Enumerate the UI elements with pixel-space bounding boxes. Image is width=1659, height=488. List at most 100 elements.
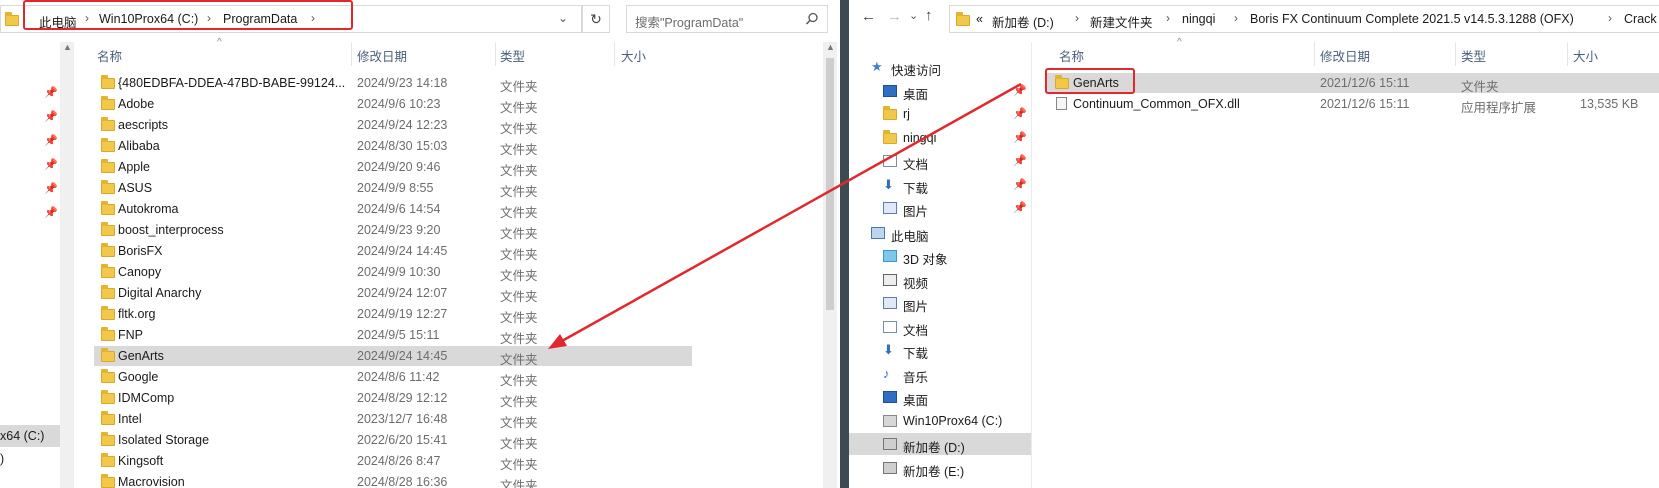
file-name: BorisFX [118,244,163,258]
chevron-down-icon[interactable]: ⌄ [558,11,568,25]
nav-item[interactable]: rj 📌 [849,103,1031,125]
forward-arrow-icon[interactable]: → [887,8,902,25]
column-header-date[interactable]: 修改日期 [1320,46,1370,65]
nav-item[interactable]: ⬇ 下载 [849,339,1031,361]
nav-scrollbar[interactable]: ▲ [60,42,74,488]
nav-item[interactable]: 新加卷 (D:) [849,433,1031,455]
column-header-type[interactable]: 类型 [500,46,525,65]
pin-icon: 📌 [1013,178,1027,191]
table-row[interactable]: fltk.org 2024/9/19 12:27 文件夹 [94,304,692,325]
table-row[interactable]: Intel 2023/12/7 16:48 文件夹 [94,409,692,430]
column-header-name[interactable]: 名称 [97,46,122,65]
breadcrumb-item[interactable]: 新加卷 (D:) [992,12,1054,31]
table-row[interactable]: GenArts 2021/12/6 15:11 文件夹 [1047,73,1659,94]
table-row[interactable]: boost_interprocess 2024/9/23 9:20 文件夹 [94,220,692,241]
folder-icon [101,432,115,446]
refresh-button[interactable]: ↻ [582,5,610,33]
folder-icon [101,285,115,299]
file-date: 2024/9/5 15:11 [357,328,440,342]
nav-item[interactable]: 此电脑 [849,222,1031,244]
nav-item[interactable]: 视频 [849,269,1031,291]
scroll-up-icon[interactable]: ▲ [63,42,72,52]
nav-item[interactable]: ♪ 音乐 [849,363,1031,385]
scrollbar-thumb[interactable] [826,58,834,310]
folder-icon [101,96,115,110]
pin-icon: 📌 [1013,131,1027,144]
folder-icon [101,453,115,467]
file-date: 2024/9/24 12:23 [357,118,448,132]
column-header-size[interactable]: 大小 [1573,46,1598,65]
back-arrow-icon[interactable]: ← [861,8,876,25]
nav-item-drive-c[interactable]: x64 (C:) [0,425,60,447]
folder-icon [101,180,115,194]
recent-locations-icon[interactable]: ⌄ [909,9,918,22]
nav-item-label: 此电脑 [891,229,929,244]
nav-item[interactable]: 3D 对象 [849,245,1031,267]
nav-item[interactable]: ningqi 📌 [849,127,1031,149]
desktop-icon [883,391,897,403]
table-row[interactable]: FNP 2024/9/5 15:11 文件夹 [94,325,692,346]
table-row[interactable]: Apple 2024/9/20 9:46 文件夹 [94,157,692,178]
nav-item[interactable]: 桌面 📌 [849,80,1031,102]
nav-item[interactable]: 文档 [849,316,1031,338]
file-name: {480EDBFA-DDEA-47BD-BABE-99124... [118,76,346,90]
table-row[interactable]: Canopy 2024/9/9 10:30 文件夹 [94,262,692,283]
breadcrumb-item[interactable]: ningqi [1182,12,1215,26]
folder-icon [883,106,897,120]
table-row[interactable]: BorisFX 2024/9/24 14:45 文件夹 [94,241,692,262]
up-arrow-icon[interactable]: ↑ [925,7,933,24]
table-row[interactable]: IDMComp 2024/8/29 12:12 文件夹 [94,388,692,409]
table-row[interactable]: {480EDBFA-DDEA-47BD-BABE-99124... 2024/9/… [94,73,692,94]
column-header-date[interactable]: 修改日期 [357,46,407,65]
file-type: 文件夹 [500,479,538,488]
file-name: Macrovision [118,475,185,488]
nav-item[interactable]: Win10Prox64 (C:) [849,410,1031,432]
breadcrumb-overflow[interactable]: « [976,12,983,26]
folder-icon [101,201,115,215]
table-row[interactable]: ASUS 2024/9/9 8:55 文件夹 [94,178,692,199]
column-header-type[interactable]: 类型 [1461,46,1486,65]
column-header-name[interactable]: 名称 [1059,46,1084,65]
breadcrumb-item[interactable]: Crack [1624,12,1657,26]
file-date: 2024/9/24 14:45 [357,244,448,258]
table-row[interactable]: Macrovision 2024/8/28 16:36 文件夹 [94,472,692,488]
nav-item[interactable]: ★ 快速访问 [849,56,1031,78]
file-date: 2024/9/9 10:30 [357,265,441,279]
breadcrumb-item[interactable]: 新建文件夹 [1090,12,1153,31]
table-row[interactable]: Alibaba 2024/8/30 15:03 文件夹 [94,136,692,157]
nav-item-label[interactable]: ) [0,452,4,466]
scroll-up-icon[interactable]: ▲ [826,42,835,52]
table-row[interactable]: Digital Anarchy 2024/9/24 12:07 文件夹 [94,283,692,304]
nav-item[interactable]: 文档 📌 [849,150,1031,172]
folder-icon [101,369,115,383]
breadcrumb-item[interactable]: Boris FX Continuum Complete 2021.5 v14.5… [1250,12,1574,26]
folder-icon [101,390,115,404]
column-header-size[interactable]: 大小 [621,46,646,65]
right-address-bar[interactable]: « 新加卷 (D:) › 新建文件夹 › ningqi › Boris FX C… [949,5,1659,33]
search-icon [805,12,818,25]
nav-item[interactable]: 桌面 [849,386,1031,408]
file-name: Isolated Storage [118,433,210,447]
dll-file-icon [1056,97,1067,110]
table-row[interactable]: Adobe 2024/9/6 10:23 文件夹 [94,94,692,115]
nav-item[interactable]: 新加卷 (E:) [849,457,1031,479]
file-type: 文件夹 [500,416,538,430]
nav-item[interactable]: ⬇ 下载 📌 [849,174,1031,196]
search-input[interactable]: 搜索"ProgramData" [626,5,828,33]
table-row[interactable]: GenArts 2024/9/24 14:45 文件夹 [94,346,692,367]
file-list-scrollbar[interactable]: ▲ [823,42,837,488]
video-icon [883,273,897,286]
table-row[interactable]: Kingsoft 2024/8/26 8:47 文件夹 [94,451,692,472]
folder-icon [101,264,115,278]
table-row[interactable]: Continuum_Common_OFX.dll 2021/12/6 15:11 应… [1047,94,1659,115]
table-row[interactable]: Isolated Storage 2022/6/20 15:41 文件夹 [94,430,692,451]
nav-item[interactable]: 图片 📌 [849,197,1031,219]
table-row[interactable]: aescripts 2024/9/24 12:23 文件夹 [94,115,692,136]
table-row[interactable]: Google 2024/8/6 11:42 文件夹 [94,367,692,388]
folder-icon [101,117,115,131]
file-type: 文件夹 [500,311,538,325]
nav-item[interactable]: 图片 [849,292,1031,314]
drive-e-icon [883,461,897,474]
file-date: 2024/9/9 8:55 [357,181,434,195]
table-row[interactable]: Autokroma 2024/9/6 14:54 文件夹 [94,199,692,220]
